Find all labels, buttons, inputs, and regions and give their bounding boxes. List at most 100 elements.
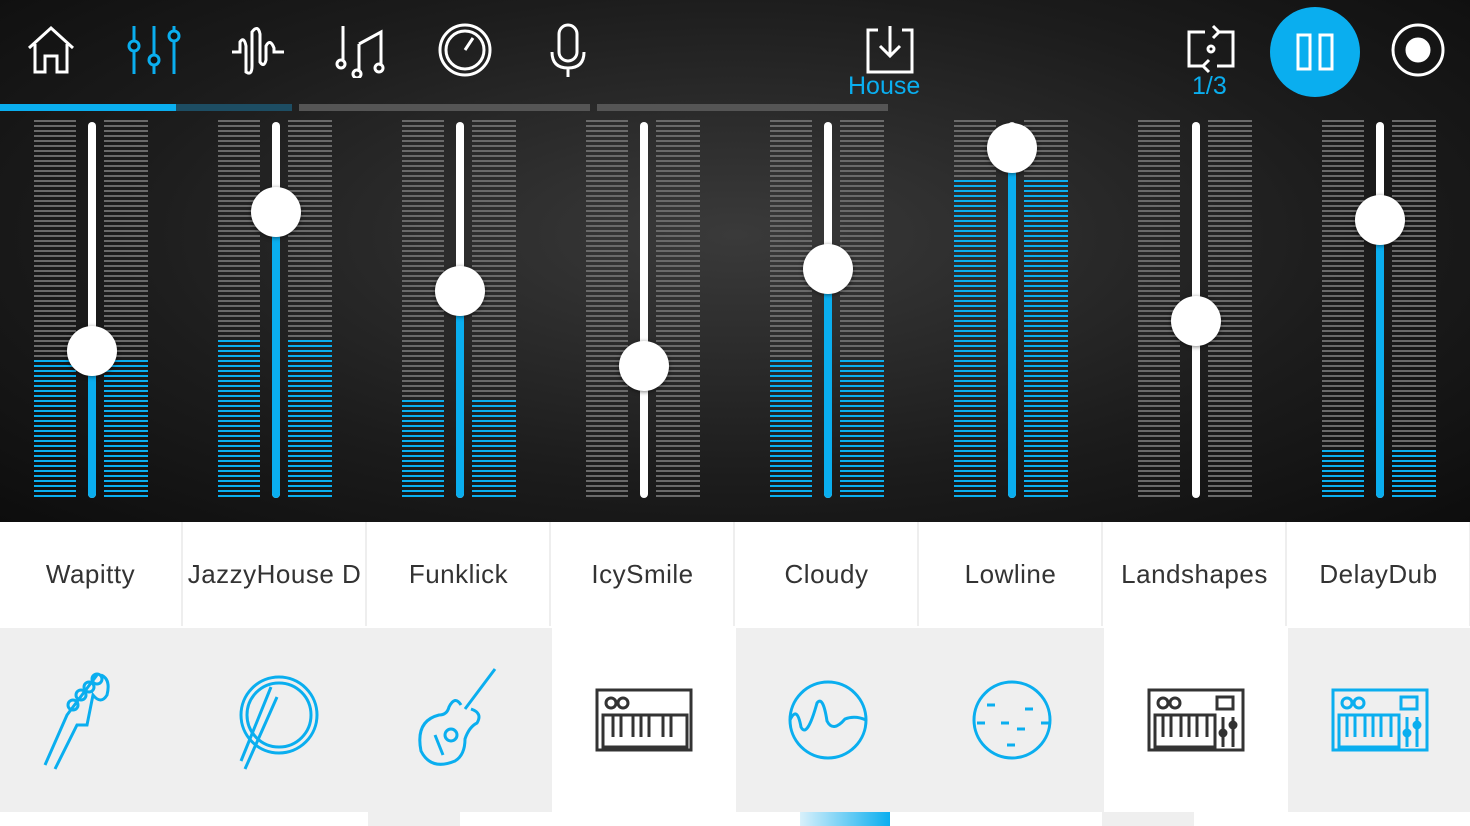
home-icon[interactable] [23,22,79,78]
meter-segment [34,140,76,142]
volume-slider[interactable] [1376,122,1384,498]
meter-segment [586,425,628,427]
channel-name[interactable]: IcySmile [552,522,735,626]
loop-counter: 1/3 [1192,72,1227,100]
channel-name[interactable]: Cloudy [736,522,919,626]
meter-segment [104,220,148,222]
channel-name[interactable]: Lowline [920,522,1103,626]
meter-segment [1208,290,1252,292]
meter-segment [1024,475,1068,477]
channel-name[interactable]: Landshapes [1104,522,1287,626]
meter-segment [656,245,700,247]
meter-segment [104,430,148,432]
meter-segment [1024,450,1068,452]
slider-knob[interactable] [803,243,853,294]
meter-segment [34,295,76,297]
meter-segment [1208,375,1252,377]
level-meter [104,120,148,498]
meter-segment [656,340,700,342]
meter-segment [34,200,76,202]
meter-segment [1322,275,1364,277]
channel-name[interactable]: Funklick [368,522,551,626]
slider-knob[interactable] [435,266,485,317]
record-button[interactable] [1390,22,1446,78]
meter-segment [1322,315,1364,317]
meter-segment [1392,435,1436,437]
meter-segment [288,385,332,387]
meter-segment [1138,285,1180,287]
meter-segment [954,120,996,122]
instrument-tile[interactable] [368,628,552,812]
meter-segment [288,150,332,152]
mixer-icon[interactable] [126,22,182,78]
meter-segment [1208,345,1252,347]
meter-segment [1138,230,1180,232]
knob-icon[interactable] [437,22,493,78]
meter-segment [1208,190,1252,192]
meter-segment [34,465,76,467]
meter-segment [586,190,628,192]
slider-knob[interactable] [1171,296,1221,347]
instrument-tile[interactable] [920,628,1104,812]
meter-segment [1322,125,1364,127]
channel-name[interactable]: JazzyHouse D [184,522,367,626]
instrument-tile[interactable] [1104,628,1288,812]
meter-segment [954,195,996,197]
volume-slider[interactable] [1008,122,1016,498]
preset-label[interactable]: House [848,72,920,101]
music-notes-icon[interactable] [333,22,389,80]
meter-segment [586,240,628,242]
meter-segment [1322,270,1364,272]
meter-segment [1138,205,1180,207]
pause-button[interactable] [1270,7,1360,97]
meter-segment [1392,490,1436,492]
volume-slider[interactable] [88,122,96,498]
meter-segment [770,460,812,462]
meter-segment [218,255,260,257]
volume-fill [1376,219,1384,498]
meter-segment [104,470,148,472]
download-preset-icon[interactable] [862,22,918,78]
meter-segment [472,165,516,167]
meter-segment [402,400,444,402]
meter-segment [34,220,76,222]
meter-segment [586,395,628,397]
loop-icon[interactable] [1183,22,1239,78]
meter-segment [402,265,444,267]
meter-segment [402,420,444,422]
channel-name[interactable]: Wapitty [0,522,183,626]
channel-name[interactable]: DelayDub [1288,522,1470,626]
meter-segment [954,225,996,227]
meter-segment [954,440,996,442]
instrument-tile[interactable] [184,628,368,812]
instrument-tile[interactable] [1288,628,1470,812]
volume-slider[interactable] [272,122,280,498]
meter-segment [1208,270,1252,272]
microphone-icon[interactable] [540,22,596,78]
meter-segment [586,325,628,327]
meter-segment [1322,405,1364,407]
instrument-tile[interactable] [552,628,736,812]
meter-segment [472,440,516,442]
meter-segment [1138,240,1180,242]
meter-segment [770,135,812,137]
instrument-tile[interactable] [736,628,920,812]
meter-segment [586,310,628,312]
meter-segment [104,405,148,407]
volume-slider[interactable] [640,122,648,498]
meter-segment [402,205,444,207]
slider-knob[interactable] [987,123,1037,174]
meter-segment [218,295,260,297]
instrument-tile[interactable] [0,628,184,812]
meter-segment [288,320,332,322]
meter-segment [1138,405,1180,407]
meter-segment [472,340,516,342]
meter-segment [840,185,884,187]
meter-segment [1138,490,1180,492]
meter-segment [656,260,700,262]
slider-knob[interactable] [1355,194,1405,245]
volume-slider[interactable] [824,122,832,498]
meter-segment [586,450,628,452]
waveform-icon[interactable] [230,22,286,78]
slider-knob[interactable] [251,187,301,238]
